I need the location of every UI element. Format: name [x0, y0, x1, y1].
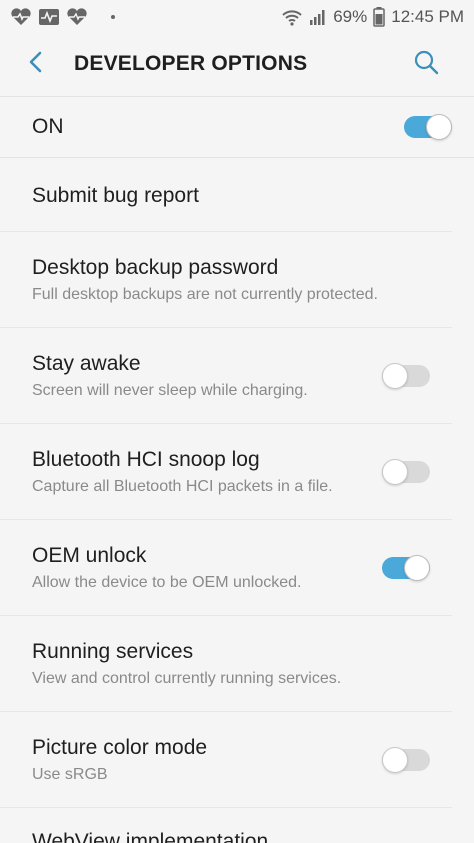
setting-summary: View and control currently running servi… [32, 669, 342, 687]
toggle-thumb [382, 746, 408, 773]
toggle-thumb [382, 362, 408, 389]
toggle-thumb [426, 114, 452, 140]
search-icon [413, 49, 439, 80]
setting-title: Picture color mode [32, 735, 208, 759]
status-left [10, 8, 116, 26]
setting-texts: Picture color mode Use sRGB [32, 736, 207, 784]
setting-texts: Stay awake Screen will never sleep while… [32, 352, 308, 400]
battery-percent: 69% [333, 7, 368, 26]
setting-title: Submit bug report [32, 183, 199, 207]
master-toggle[interactable] [404, 114, 452, 140]
setting-bluetooth-hci-snoop-log[interactable]: Bluetooth HCI snoop log Capture all Blue… [0, 424, 452, 520]
activity-icon [38, 8, 60, 26]
stay-awake-toggle[interactable] [382, 362, 430, 389]
wifi-icon [281, 8, 303, 26]
setting-texts: Desktop backup password Full desktop bac… [32, 256, 378, 304]
setting-texts: WebView implementation [32, 830, 268, 843]
chevron-left-icon [28, 50, 44, 79]
heart-icon [66, 8, 88, 26]
setting-submit-bug-report[interactable]: Submit bug report [0, 160, 452, 232]
bluetooth-hci-toggle[interactable] [382, 458, 430, 485]
setting-summary: Full desktop backups are not currently p… [32, 285, 378, 303]
master-switch-label: ON [32, 115, 64, 138]
picture-color-mode-toggle[interactable] [382, 746, 430, 773]
setting-title: Bluetooth HCI snoop log [32, 447, 260, 471]
oem-unlock-toggle[interactable] [382, 554, 430, 581]
setting-texts: Running services View and control curren… [32, 640, 341, 688]
toggle-thumb [404, 554, 430, 581]
page-title: DEVELOPER OPTIONS [74, 52, 308, 75]
status-right: 69% 12:45 PM [281, 7, 464, 27]
search-button[interactable] [396, 34, 456, 94]
setting-title: Running services [32, 639, 194, 663]
setting-oem-unlock[interactable]: OEM unlock Allow the device to be OEM un… [0, 520, 452, 616]
setting-title: Stay awake [32, 351, 141, 375]
battery-icon [373, 7, 385, 27]
setting-summary: Screen will never sleep while charging. [32, 381, 308, 399]
setting-texts: Bluetooth HCI snoop log Capture all Blue… [32, 448, 333, 496]
setting-title: OEM unlock [32, 543, 147, 567]
setting-title: WebView implementation [32, 830, 269, 843]
setting-summary: Capture all Bluetooth HCI packets in a f… [32, 477, 333, 495]
toggle-thumb [382, 458, 408, 485]
setting-texts: Submit bug report [32, 184, 199, 208]
setting-title: Desktop backup password [32, 255, 279, 279]
dot-icon [110, 14, 116, 20]
setting-running-services[interactable]: Running services View and control curren… [0, 616, 452, 712]
setting-picture-color-mode[interactable]: Picture color mode Use sRGB [0, 712, 452, 808]
screen: 69% 12:45 PM DEVELOPER OPTIONS ON Submit… [0, 0, 474, 843]
back-button[interactable] [6, 34, 66, 94]
app-bar: DEVELOPER OPTIONS [0, 34, 474, 94]
setting-webview-implementation[interactable]: WebView implementation [0, 808, 452, 843]
master-switch-row[interactable]: ON [0, 96, 474, 158]
status-bar: 69% 12:45 PM [0, 0, 474, 34]
heart-pulse-icon [10, 8, 32, 26]
setting-stay-awake[interactable]: Stay awake Screen will never sleep while… [0, 328, 452, 424]
signal-icon [309, 8, 327, 26]
setting-texts: OEM unlock Allow the device to be OEM un… [32, 544, 301, 592]
clock: 12:45 PM [391, 7, 464, 26]
setting-desktop-backup-password[interactable]: Desktop backup password Full desktop bac… [0, 232, 452, 328]
settings-list: Submit bug report Desktop backup passwor… [0, 160, 474, 843]
setting-summary: Use sRGB [32, 765, 108, 783]
setting-summary: Allow the device to be OEM unlocked. [32, 573, 302, 591]
